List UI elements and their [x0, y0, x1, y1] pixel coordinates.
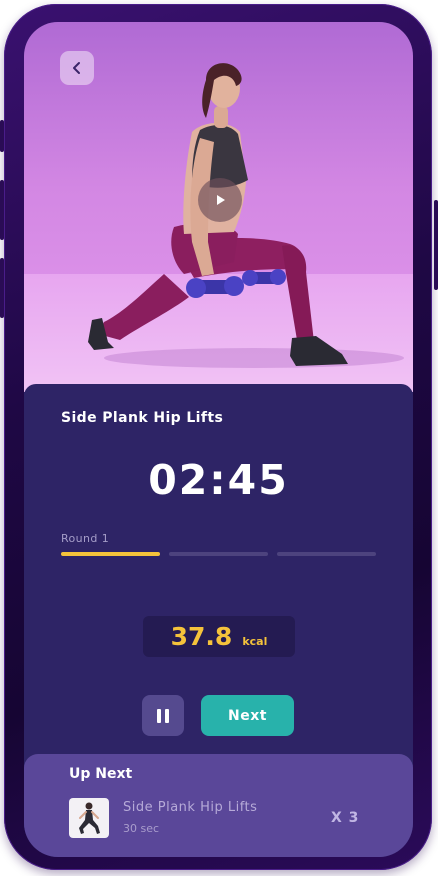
back-button[interactable] [60, 51, 94, 85]
calories-value: 37.8 [170, 622, 233, 651]
phone-side-button [0, 180, 4, 240]
phone-power-button [434, 200, 438, 290]
progress-segment [277, 552, 376, 556]
calories-display: 37.8 kcal [143, 616, 295, 657]
progress-segment [169, 552, 268, 556]
pause-button[interactable] [142, 695, 184, 736]
up-next-heading: Up Next [69, 766, 133, 782]
exercise-thumbnail [69, 798, 109, 838]
calories-unit: kcal [242, 635, 268, 648]
up-next-card[interactable]: Up Next Side Plank Hip Lifts 30 sec X 3 [24, 754, 413, 857]
countdown-timer: 02:45 [148, 456, 289, 504]
app-screen: Side Plank Hip Lifts 02:45 Round 1 37.8 … [24, 22, 413, 857]
exercise-video[interactable] [24, 22, 413, 392]
phone-side-button [0, 120, 4, 152]
progress-segment-active [61, 552, 160, 556]
up-next-duration: 30 sec [123, 822, 160, 835]
exercise-title: Side Plank Hip Lifts [61, 410, 224, 426]
exercise-thumbnail-figure [79, 802, 100, 834]
play-icon [217, 195, 225, 205]
chevron-left-icon [73, 62, 80, 74]
round-progress [61, 552, 376, 556]
round-label: Round 1 [61, 532, 110, 545]
pause-icon [157, 708, 169, 723]
up-next-exercise-name: Side Plank Hip Lifts [123, 800, 258, 815]
next-button[interactable]: Next [201, 695, 294, 736]
up-next-reps: X 3 [331, 810, 360, 826]
phone-side-button [0, 258, 4, 318]
play-button[interactable] [198, 178, 242, 222]
